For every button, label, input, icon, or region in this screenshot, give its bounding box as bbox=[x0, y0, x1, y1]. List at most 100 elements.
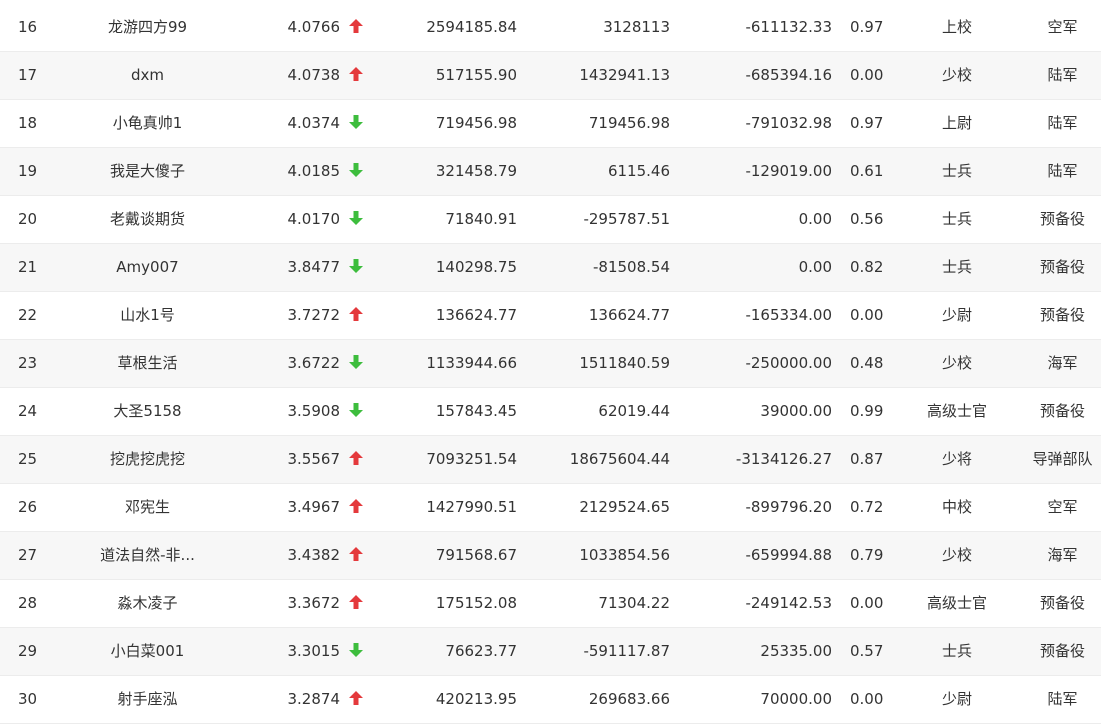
branch-cell: 预备役 bbox=[1039, 642, 1085, 660]
arrow-up-icon bbox=[349, 595, 363, 609]
table-row[interactable]: 24 大圣5158 3.5908 157843.45 62019.44 39000.00 0… bbox=[0, 388, 1101, 436]
username-cell: 挖虎挖虎挖 bbox=[109, 450, 185, 468]
rank-cell: 22 bbox=[18, 306, 38, 324]
trend-cell bbox=[347, 244, 365, 291]
branch-cell: 空军 bbox=[1047, 498, 1078, 516]
branch-cell: 海军 bbox=[1047, 546, 1078, 564]
branch-cell: 陆军 bbox=[1047, 114, 1078, 132]
arrow-up-icon bbox=[349, 547, 363, 561]
branch-cell: 预备役 bbox=[1039, 306, 1085, 324]
username-cell: 我是大傻子 bbox=[109, 162, 185, 180]
value2-cell: 269683.66 bbox=[588, 690, 670, 708]
rank-cell: 26 bbox=[18, 498, 38, 516]
value2-cell: -81508.54 bbox=[593, 258, 670, 276]
value1-cell: 136624.77 bbox=[435, 306, 517, 324]
score-cell: 4.0738 bbox=[287, 66, 341, 84]
arrow-down-icon bbox=[349, 115, 363, 129]
ratio-cell: 0.48 bbox=[850, 354, 884, 372]
table-row[interactable]: 16 龙游四方99 4.0766 2594185.84 3128113 -611132.3… bbox=[0, 4, 1101, 52]
military-rank-cell: 高级士官 bbox=[926, 402, 987, 420]
table-row[interactable]: 21 Amy007 3.8477 140298.75 -81508.54 0.00 0.82… bbox=[0, 244, 1101, 292]
username-cell: 草根生活 bbox=[117, 354, 178, 372]
ratio-cell: 0.56 bbox=[850, 210, 884, 228]
value1-cell: 1427990.51 bbox=[426, 498, 517, 516]
ratio-cell: 0.00 bbox=[850, 690, 884, 708]
rank-cell: 30 bbox=[18, 690, 38, 708]
trend-cell bbox=[347, 388, 365, 435]
trend-cell bbox=[347, 484, 365, 531]
value2-cell: 6115.46 bbox=[607, 162, 670, 180]
value1-cell: 140298.75 bbox=[435, 258, 517, 276]
table-row[interactable]: 30 射手座泓 3.2874 420213.95 269683.66 70000.00 0.… bbox=[0, 676, 1101, 724]
table-row[interactable]: 25 挖虎挖虎挖 3.5567 7093251.54 18675604.44 -31341… bbox=[0, 436, 1101, 484]
value2-cell: 1033854.56 bbox=[579, 546, 670, 564]
value2-cell: 2129524.65 bbox=[579, 498, 670, 516]
value1-cell: 71840.91 bbox=[445, 210, 517, 228]
rank-cell: 29 bbox=[18, 642, 38, 660]
ratio-cell: 0.61 bbox=[850, 162, 884, 180]
military-rank-cell: 少校 bbox=[941, 66, 972, 84]
table-row[interactable]: 18 小龟真帅1 4.0374 719456.98 719456.98 -791032.9… bbox=[0, 100, 1101, 148]
value3-cell: -659994.88 bbox=[745, 546, 832, 564]
score-cell: 3.8477 bbox=[287, 258, 341, 276]
value3-cell: -165334.00 bbox=[745, 306, 832, 324]
username-cell: 淼木凌子 bbox=[117, 594, 178, 612]
value3-cell: 0.00 bbox=[798, 258, 832, 276]
table-row[interactable]: 23 草根生活 3.6722 1133944.66 1511840.59 -250000.… bbox=[0, 340, 1101, 388]
arrow-up-icon bbox=[349, 691, 363, 705]
value1-cell: 175152.08 bbox=[435, 594, 517, 612]
ratio-cell: 0.97 bbox=[850, 114, 884, 132]
score-cell: 3.2874 bbox=[287, 690, 341, 708]
table-row[interactable]: 27 道法自然-非... 3.4382 791568.67 1033854.56 -659… bbox=[0, 532, 1101, 580]
table-row[interactable]: 20 老戴谈期货 4.0170 71840.91 -295787.51 0.00 0.56 士… bbox=[0, 196, 1101, 244]
military-rank-cell: 少校 bbox=[941, 354, 972, 372]
value2-cell: 1432941.13 bbox=[579, 66, 670, 84]
rank-cell: 27 bbox=[18, 546, 38, 564]
table-row[interactable]: 17 dxm 4.0738 517155.90 1432941.13 -685394.16… bbox=[0, 52, 1101, 100]
military-rank-cell: 少尉 bbox=[941, 690, 972, 708]
military-rank-cell: 少将 bbox=[941, 450, 972, 468]
ratio-cell: 0.87 bbox=[850, 450, 884, 468]
trend-cell bbox=[347, 292, 365, 339]
value2-cell: 1511840.59 bbox=[579, 354, 670, 372]
military-rank-cell: 士兵 bbox=[941, 258, 972, 276]
score-cell: 3.6722 bbox=[287, 354, 341, 372]
username-cell: 龙游四方99 bbox=[107, 18, 188, 36]
table-row[interactable]: 28 淼木凌子 3.3672 175152.08 71304.22 -249142.53 0… bbox=[0, 580, 1101, 628]
military-rank-cell: 上校 bbox=[941, 18, 972, 36]
branch-cell: 陆军 bbox=[1047, 66, 1078, 84]
ratio-cell: 0.79 bbox=[850, 546, 884, 564]
military-rank-cell: 少尉 bbox=[941, 306, 972, 324]
military-rank-cell: 士兵 bbox=[941, 210, 972, 228]
table-row[interactable]: 29 小白菜001 3.3015 76623.77 -591117.87 25335.00… bbox=[0, 628, 1101, 676]
value3-cell: -899796.20 bbox=[745, 498, 832, 516]
branch-cell: 陆军 bbox=[1047, 162, 1078, 180]
table-row[interactable]: 22 山水1号 3.7272 136624.77 136624.77 -165334.00… bbox=[0, 292, 1101, 340]
value3-cell: -250000.00 bbox=[745, 354, 832, 372]
branch-cell: 预备役 bbox=[1039, 258, 1085, 276]
rank-cell: 24 bbox=[18, 402, 38, 420]
username-cell: 老戴谈期货 bbox=[109, 210, 185, 228]
rank-cell: 21 bbox=[18, 258, 38, 276]
rank-cell: 20 bbox=[18, 210, 38, 228]
trend-cell bbox=[347, 148, 365, 195]
branch-cell: 预备役 bbox=[1039, 594, 1085, 612]
username-cell: 射手座泓 bbox=[117, 690, 178, 708]
table-row[interactable]: 19 我是大傻子 4.0185 321458.79 6115.46 -129019.00 0… bbox=[0, 148, 1101, 196]
username-cell: 大圣5158 bbox=[113, 402, 182, 420]
table-row[interactable]: 26 邓宪生 3.4967 1427990.51 2129524.65 -899796.2… bbox=[0, 484, 1101, 532]
arrow-up-icon bbox=[349, 307, 363, 321]
rank-cell: 19 bbox=[18, 162, 38, 180]
value2-cell: -295787.51 bbox=[583, 210, 670, 228]
rank-cell: 16 bbox=[18, 18, 38, 36]
score-cell: 4.0185 bbox=[287, 162, 341, 180]
value3-cell: -685394.16 bbox=[745, 66, 832, 84]
value2-cell: 136624.77 bbox=[588, 306, 670, 324]
arrow-up-icon bbox=[349, 499, 363, 513]
branch-cell: 导弹部队 bbox=[1032, 450, 1093, 468]
branch-cell: 预备役 bbox=[1039, 210, 1085, 228]
trend-cell bbox=[347, 532, 365, 579]
username-cell: 道法自然-非... bbox=[100, 546, 195, 564]
trend-cell bbox=[347, 52, 365, 99]
value1-cell: 2594185.84 bbox=[426, 18, 517, 36]
